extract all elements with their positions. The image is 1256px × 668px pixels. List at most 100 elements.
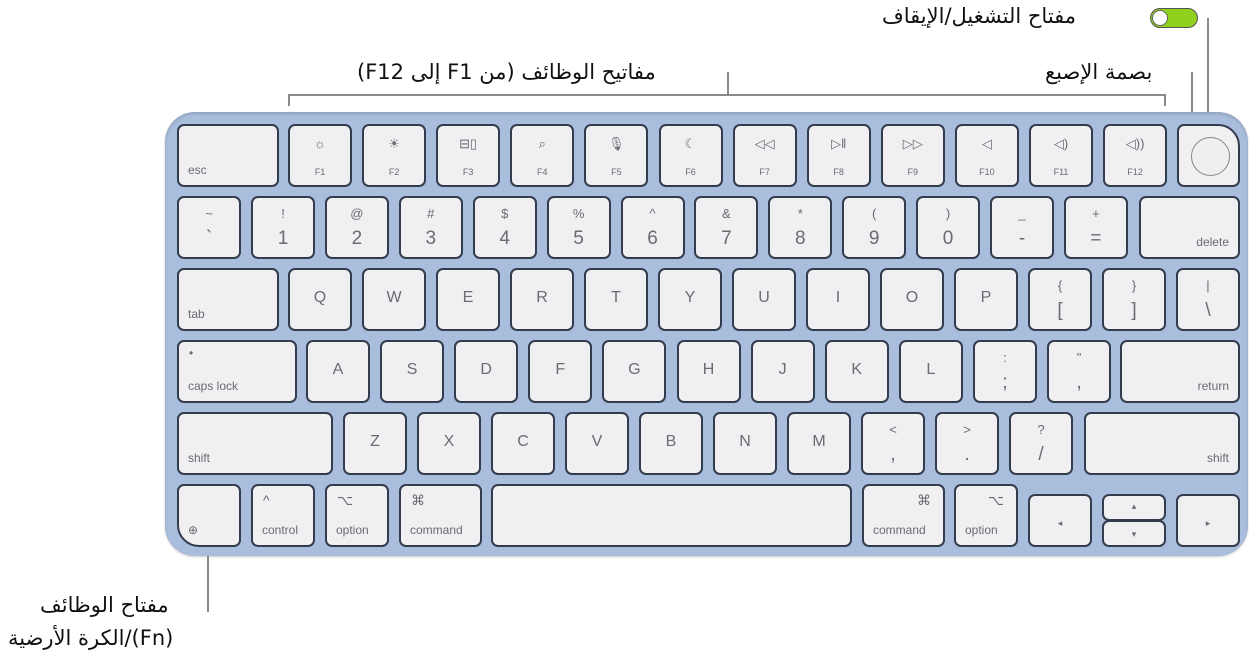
key-label: 6 (647, 228, 658, 249)
fn-globe-callout-line (207, 556, 209, 612)
key-l[interactable]: L (898, 340, 963, 403)
key-3[interactable]: #3 (398, 196, 463, 259)
key-f3[interactable]: ⊟▯ F3 (436, 124, 501, 187)
key-label: L (926, 361, 936, 378)
key-f5[interactable]: 🎙︎ F5 (584, 124, 649, 187)
key-f2[interactable]: ☀ F2 (362, 124, 427, 187)
key-tab[interactable]: tab (177, 268, 279, 331)
key-e[interactable]: E (436, 268, 500, 331)
key-5[interactable]: % 5 (546, 196, 611, 259)
key-`[interactable]: ~ ` (177, 196, 241, 259)
key-v[interactable]: V (565, 412, 629, 475)
key-g[interactable]: G (602, 340, 667, 403)
key-7[interactable]: & 7 (694, 196, 759, 259)
key-b[interactable]: B (639, 412, 703, 475)
key-j[interactable]: J (750, 340, 815, 403)
key-label: F7 (759, 167, 770, 177)
key-0[interactable]: ) 0 (916, 196, 981, 259)
key-label: E (462, 289, 474, 306)
key-shift-label: + (1092, 206, 1100, 221)
key-m[interactable]: M (787, 412, 851, 475)
key-2[interactable]: @2 (324, 196, 389, 259)
key-shift[interactable]: shift (177, 412, 333, 475)
key-space[interactable] (491, 484, 852, 547)
key-esc[interactable]: esc (177, 124, 279, 187)
key-f[interactable]: F (528, 340, 593, 403)
key-touch-id[interactable] (1177, 124, 1240, 187)
key-option-right[interactable]: ⌥ option (954, 484, 1018, 547)
key-z[interactable]: Z (343, 412, 407, 475)
key-;[interactable]: :; (972, 340, 1037, 403)
key-label: , (890, 444, 896, 465)
key-4[interactable]: $4 (472, 196, 537, 259)
key-fn-globe[interactable]: ⊕ (177, 484, 241, 547)
key-u[interactable]: U (732, 268, 796, 331)
key-,[interactable]: <, (861, 412, 925, 475)
key-k[interactable]: K (824, 340, 889, 403)
key-f9[interactable]: ▷▷ F9 (880, 124, 945, 187)
key-f11[interactable]: ◁) F11 (1029, 124, 1093, 187)
key-=[interactable]: + = (1063, 196, 1128, 259)
key-label: ` (205, 228, 213, 249)
key-\[interactable]: | \ (1176, 268, 1240, 331)
key-p[interactable]: P (954, 268, 1018, 331)
key-label: F12 (1127, 167, 1143, 177)
key-arrow-right[interactable]: ▸ (1176, 494, 1240, 547)
key-h[interactable]: H (676, 340, 741, 403)
key-s[interactable]: S (380, 340, 445, 403)
key-f7[interactable]: ◁◁ F7 (732, 124, 797, 187)
key-y[interactable]: Y (658, 268, 722, 331)
touch-id-label: بصمة الإصبع (1045, 60, 1153, 84)
key-[[interactable]: {[ (1028, 268, 1092, 331)
key-q[interactable]: Q (288, 268, 352, 331)
key-f10[interactable]: ◁ F10 (954, 124, 1019, 187)
key-c[interactable]: C (491, 412, 555, 475)
key-label: command (873, 523, 926, 537)
key-w[interactable]: W (362, 268, 426, 331)
key-label: shift (188, 451, 211, 465)
modifier-icon: ⌘ (917, 492, 931, 508)
key-shift-label: _ (1018, 206, 1026, 221)
key-control[interactable]: ^ control (251, 484, 315, 547)
key-arrow-up[interactable]: ▴ (1102, 494, 1166, 521)
key-8[interactable]: * 8 (768, 196, 833, 259)
key-f8[interactable]: ▷‖ F8 (806, 124, 871, 187)
key-x[interactable]: X (417, 412, 481, 475)
key-arrow-left[interactable]: ◂ (1028, 494, 1092, 547)
key-f6[interactable]: ☾ F6 (658, 124, 723, 187)
key-label: esc (188, 163, 207, 177)
key-shift-label: | (1206, 278, 1210, 293)
key-shift[interactable]: shift (1084, 412, 1240, 475)
key-9[interactable]: (9 (842, 196, 907, 259)
key-i[interactable]: I (806, 268, 870, 331)
key-f12[interactable]: ◁)) F12 (1103, 124, 1168, 187)
key-command-right[interactable]: ⌘ command (862, 484, 945, 547)
key--[interactable]: _ - (990, 196, 1054, 259)
key-t[interactable]: T (584, 268, 648, 331)
key-label: caps lock (188, 379, 239, 393)
key-r[interactable]: R (510, 268, 574, 331)
modifier-icon: ⌥ (987, 492, 1004, 508)
key-6[interactable]: ^ 6 (620, 196, 685, 259)
key-f1[interactable]: ☼ F1 (288, 124, 352, 187)
key-/[interactable]: ? / (1009, 412, 1073, 475)
key-1[interactable]: ! 1 (251, 196, 315, 259)
touch-id-sensor[interactable] (1191, 137, 1230, 176)
key-][interactable]: }] (1102, 268, 1166, 331)
key-f4[interactable]: ⌕ F4 (510, 124, 575, 187)
key-shift-label: ! (281, 206, 285, 221)
key-command[interactable]: ⌘ command (399, 484, 482, 547)
key-delete[interactable]: delete (1139, 196, 1240, 259)
key-caps-lock[interactable]: • caps lock (177, 340, 297, 403)
key-,[interactable]: ", (1047, 340, 1111, 403)
key-shift-label: $ (501, 206, 509, 221)
key-return[interactable]: return (1120, 340, 1240, 403)
key-option[interactable]: ⌥ option (325, 484, 389, 547)
key-.[interactable]: >. (935, 412, 999, 475)
key-d[interactable]: D (454, 340, 519, 403)
key-o[interactable]: O (880, 268, 944, 331)
key-label: - (1018, 228, 1026, 249)
key-arrow-down[interactable]: ▾ (1102, 520, 1166, 547)
key-n[interactable]: N (713, 412, 777, 475)
key-a[interactable]: A (306, 340, 370, 403)
